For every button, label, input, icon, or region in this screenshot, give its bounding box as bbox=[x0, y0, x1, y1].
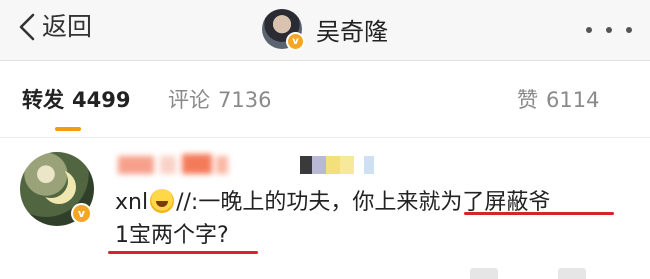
page-title: 吴奇隆 bbox=[316, 17, 388, 46]
verified-badge-icon: v bbox=[71, 203, 92, 224]
tab-count: 7136 bbox=[218, 88, 272, 112]
moon-image bbox=[34, 164, 68, 198]
tab-label: 赞 bbox=[517, 88, 538, 112]
mention-prefix: xnl bbox=[115, 190, 149, 215]
divider bbox=[0, 137, 650, 138]
nav-user[interactable]: v 吴奇隆 bbox=[262, 7, 388, 51]
tab-comment[interactable]: 评论 7136 bbox=[168, 87, 271, 113]
action-icon[interactable] bbox=[470, 268, 498, 279]
back-label: 返回 bbox=[42, 12, 93, 41]
tab-count: 4499 bbox=[72, 88, 131, 112]
active-tab-indicator bbox=[55, 127, 81, 131]
back-button[interactable]: 返回 bbox=[16, 10, 92, 44]
more-dots-icon bbox=[626, 27, 632, 33]
redacted-username bbox=[118, 154, 238, 176]
rofl-emoji-icon bbox=[150, 189, 175, 213]
action-bar-partial bbox=[470, 268, 586, 279]
more-button[interactable] bbox=[586, 24, 632, 36]
stats-tabs: 转发 4499 评论 7136 赞 6114 bbox=[0, 61, 650, 133]
avatar[interactable]: v bbox=[262, 9, 305, 51]
verified-badge-icon: v bbox=[286, 32, 305, 51]
tab-label: 评论 bbox=[168, 88, 210, 112]
tab-label: 转发 bbox=[22, 88, 64, 112]
red-underline bbox=[108, 251, 258, 254]
repost-text: //:一晚上的功夫，你上来 bbox=[176, 190, 419, 215]
underlined-text: 1宝两个字? bbox=[115, 223, 229, 248]
tab-like[interactable]: 赞 6114 bbox=[517, 87, 599, 113]
repost-text-line-2: 1宝两个字? bbox=[115, 221, 229, 251]
nav-bar: 返回 v 吴奇隆 bbox=[0, 0, 650, 61]
red-underline bbox=[464, 212, 614, 215]
redacted-user-meta bbox=[300, 156, 374, 174]
action-icon[interactable] bbox=[558, 268, 586, 279]
more-dots-icon bbox=[586, 27, 592, 33]
more-dots-icon bbox=[606, 27, 612, 33]
avatar[interactable]: v bbox=[20, 152, 94, 226]
chevron-left-icon bbox=[19, 13, 35, 41]
tab-count: 6114 bbox=[546, 88, 600, 112]
tab-repost[interactable]: 转发 4499 bbox=[22, 87, 130, 113]
